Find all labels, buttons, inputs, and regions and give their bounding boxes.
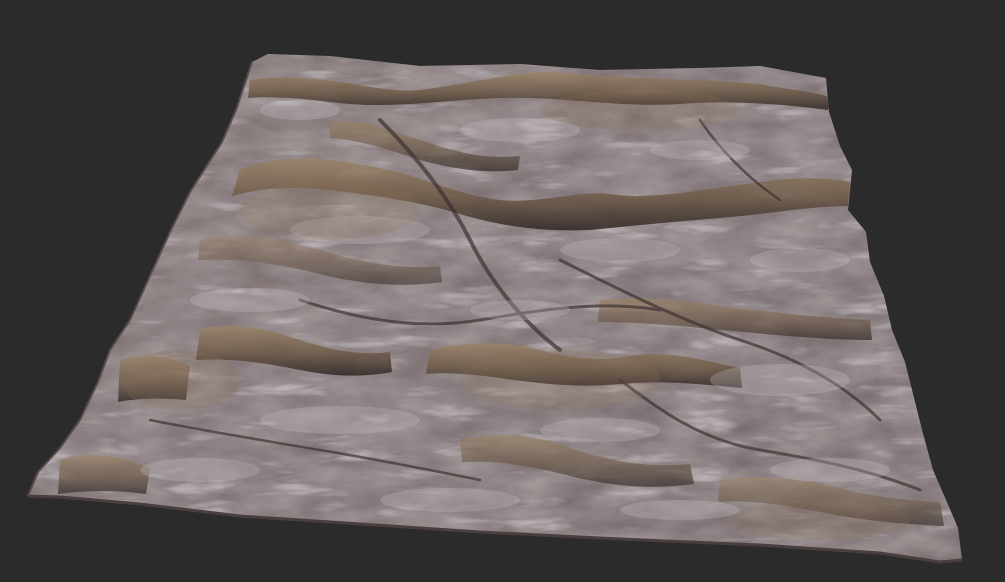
3d-viewport[interactable]	[0, 0, 1005, 582]
terrain-render	[27, 54, 963, 564]
terrain-surface	[28, 54, 962, 562]
